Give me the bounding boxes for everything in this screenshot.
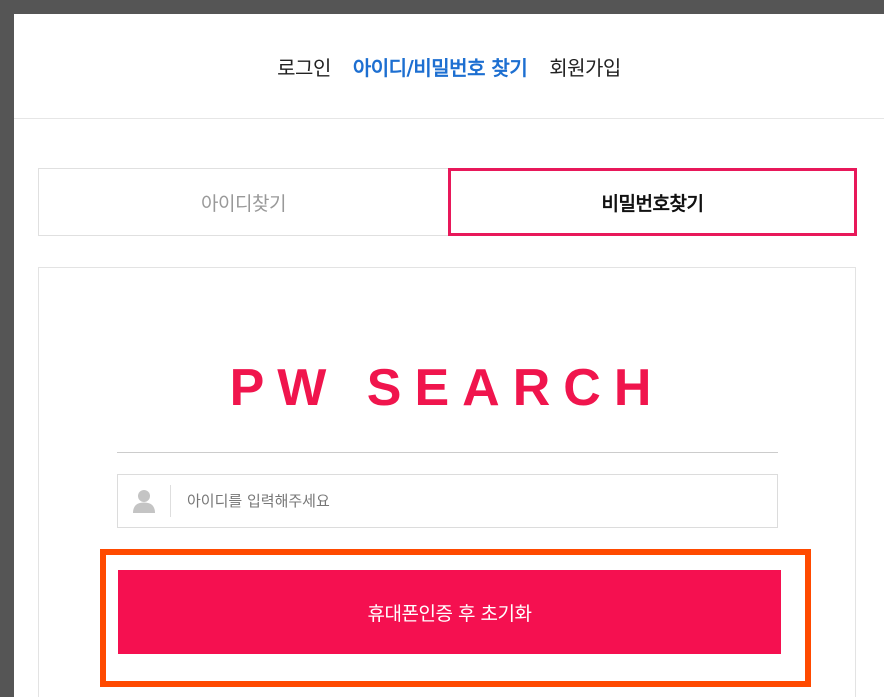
phone-verify-reset-button[interactable]: 휴대폰인증 후 초기화 [118,570,781,654]
id-input-group [117,474,778,528]
id-input[interactable] [171,475,777,527]
login-link[interactable]: 로그인 [277,52,331,81]
signup-link[interactable]: 회원가입 [549,52,621,81]
user-icon [118,475,170,527]
pw-search-heading: PW SEARCH [229,359,665,417]
page-frame: 로그인 아이디/비밀번호 찾기 회원가입 아이디찾기 비밀번호찾기 PW SEA… [14,14,884,697]
top-navigation: 로그인 아이디/비밀번호 찾기 회원가입 [14,14,884,119]
find-account-link[interactable]: 아이디/비밀번호 찾기 [353,52,528,81]
divider [117,452,778,453]
tab-find-password[interactable]: 비밀번호찾기 [448,168,857,236]
find-tabs: 아이디찾기 비밀번호찾기 [38,168,857,238]
tab-find-id[interactable]: 아이디찾기 [38,168,448,236]
